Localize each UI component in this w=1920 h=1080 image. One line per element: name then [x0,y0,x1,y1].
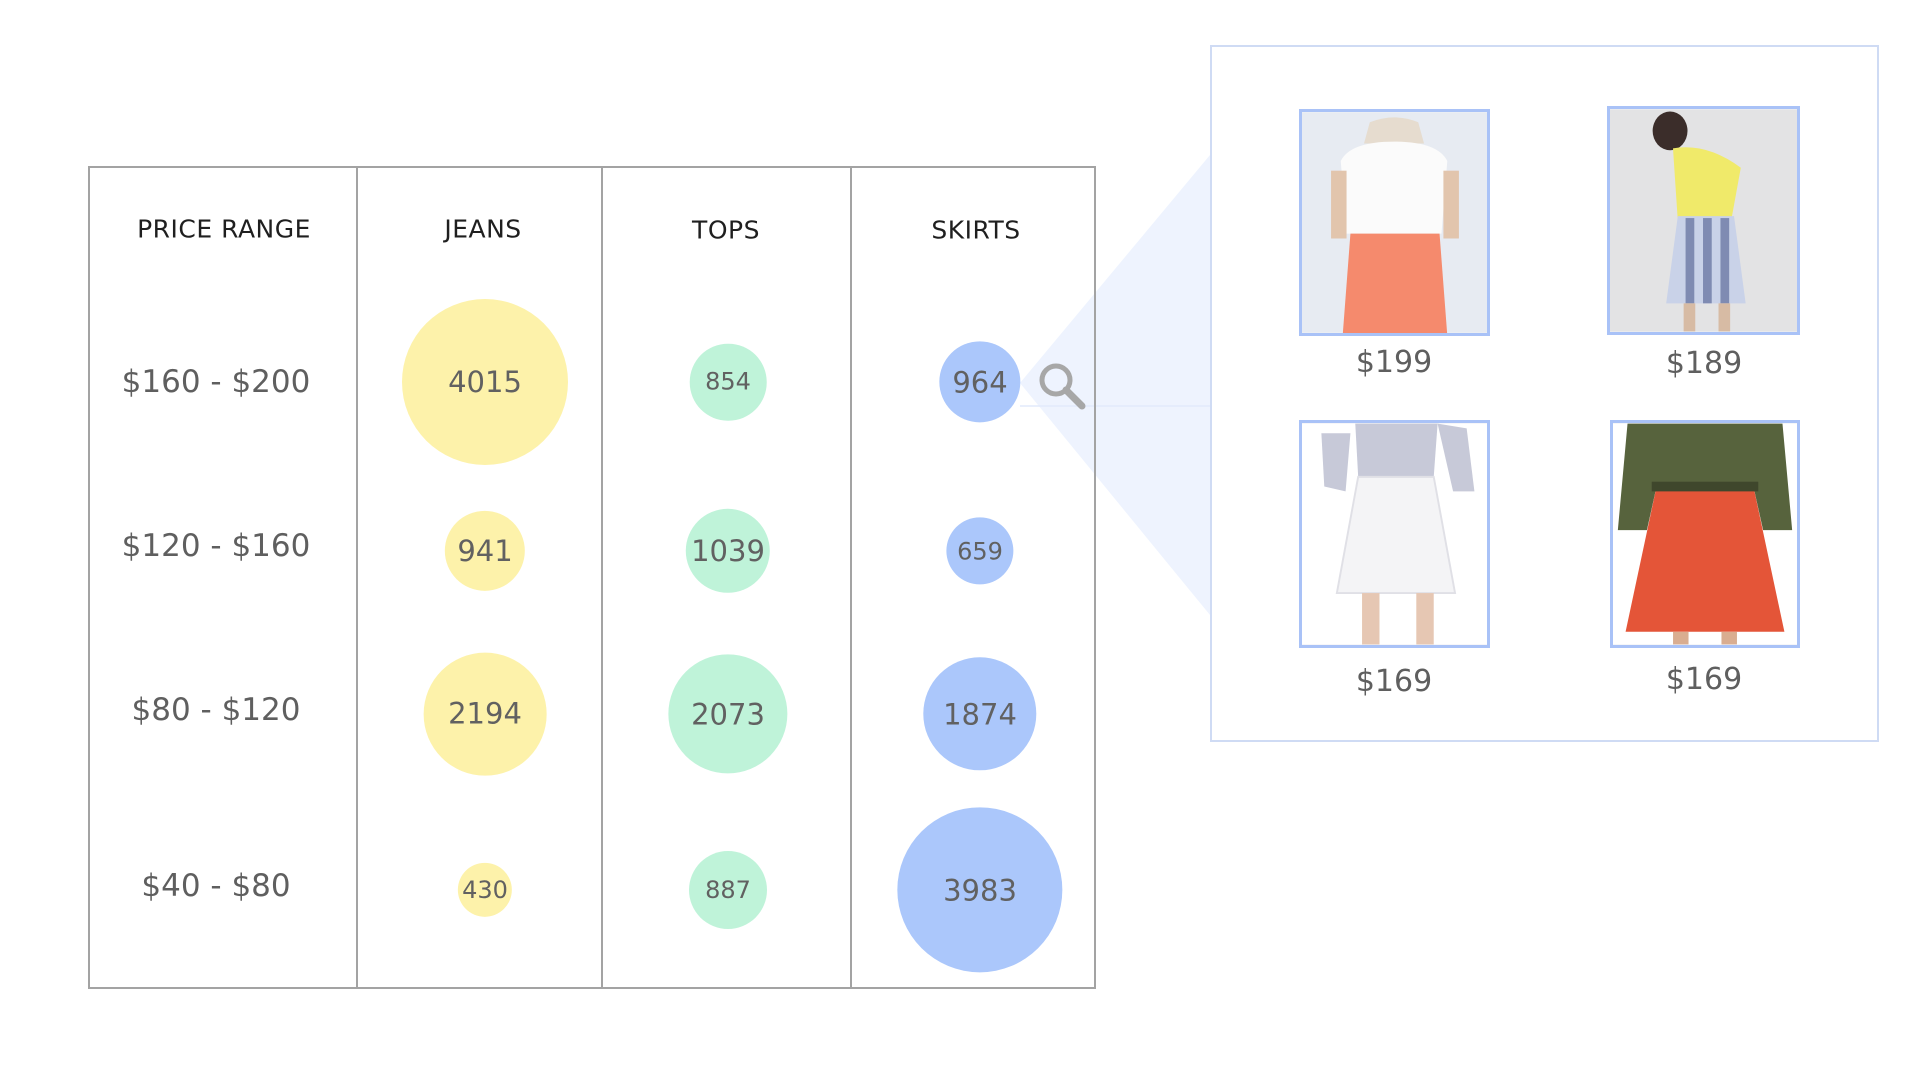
row-label: $40 - $80 [141,868,291,904]
bubble-jeans[interactable]: 4015 [402,299,568,465]
bubble-value-label: 854 [705,367,751,396]
header-jeans: JEANS [444,214,522,244]
bubble-value-label: 941 [457,533,513,568]
bubble-value-label: 1039 [691,534,765,568]
column-divider [356,166,358,989]
bubble-tops[interactable]: 2073 [668,654,788,774]
product-image[interactable] [1607,106,1800,335]
bubble-value-label: 4015 [448,365,522,399]
bubble-skirts[interactable]: 1874 [923,657,1037,771]
row-label: $80 - $120 [131,692,301,728]
bubble-value-label: 1874 [943,697,1017,731]
bubble-value-label: 3983 [943,872,1017,907]
bubble-value-label: 2194 [448,696,522,731]
bubble-table-chart: PRICE RANGE JEANS TOPS SKIRTS $160 - $20… [0,0,1920,1080]
orange-skirt-photo [1613,423,1797,645]
column-divider [850,166,852,989]
row-label: $160 - $200 [121,364,311,400]
bubble-skirts[interactable]: 964 [939,341,1021,423]
bubble-value-label: 659 [957,537,1003,565]
product-image[interactable] [1299,109,1490,336]
white-skirt-photo [1302,423,1487,645]
bubble-skirts[interactable]: 3983 [897,807,1063,973]
bubble-skirts[interactable]: 659 [946,517,1014,585]
product-price: $169 [1355,664,1433,699]
bubble-value-label: 2073 [691,696,765,731]
bubble-jeans[interactable]: 2194 [423,652,547,776]
bubble-value-label: 887 [705,875,751,904]
column-divider [601,166,603,989]
product-price: $169 [1665,662,1743,697]
bubble-value-label: 430 [462,876,508,904]
header-price-range: PRICE RANGE [137,214,311,244]
product-price: $189 [1665,346,1743,381]
header-skirts: SKIRTS [931,215,1021,245]
bubble-tops[interactable]: 854 [689,343,767,421]
row-label: $120 - $160 [121,528,311,564]
product-price: $199 [1355,345,1433,380]
bubble-tops[interactable]: 887 [688,850,768,930]
bubble-value-label: 964 [952,364,1008,399]
striped-skirt-photo [1610,109,1797,332]
product-image[interactable] [1299,420,1490,648]
product-image[interactable] [1610,420,1800,648]
coral-skirt-photo [1302,112,1487,333]
search-icon[interactable] [1036,360,1088,412]
header-tops: TOPS [692,215,760,245]
